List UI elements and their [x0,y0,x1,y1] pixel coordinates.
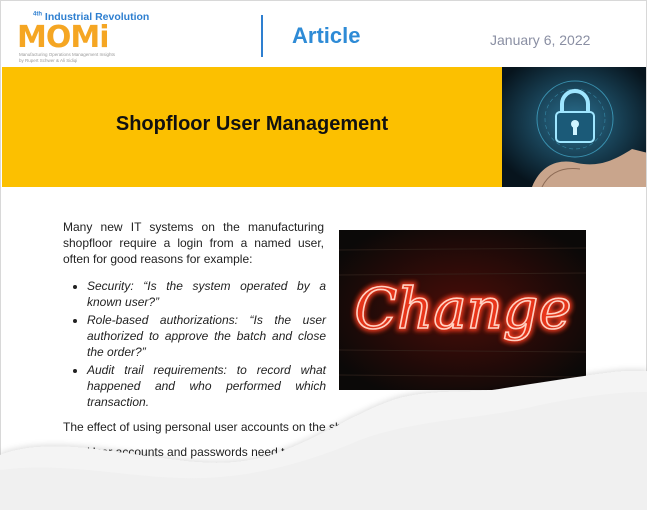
effects-list: User accounts and passwords need to be i… [71,444,607,498]
hero-image [502,67,646,187]
effects-paragraph: The effect of using personal user accoun… [63,420,400,434]
page-title: Shopfloor User Management [115,113,389,135]
title-banner: Shopfloor User Management [2,67,502,187]
padlock-hand-icon [502,67,646,187]
reasons-list: Security: “Is the system operated by a k… [71,278,326,412]
change-neon-photo: Change Change [339,230,586,390]
list-item: Role-based authorizations: “Is the user … [87,312,326,360]
logo-subtitle: Manufacturing Operations Management Insi… [19,52,116,57]
article-page: 4th Industrial Revolution MOMi Manufactu… [0,0,647,510]
list-item: User accounts and passwords need to be i… [87,444,607,460]
intro-paragraph: Many new IT systems on the manufacturing… [63,220,324,266]
publish-date: January 6, 2022 [490,32,591,48]
list-item: enter the shift, or leave, it requires o… [87,463,299,477]
document-type-label: Article [292,23,361,48]
list-item: Security: “Is the system operated by a k… [87,278,326,310]
list-item: will be requirem [87,480,607,496]
neon-sign-text: Change [354,277,571,342]
header-divider [261,15,263,57]
logo-byline: by Rupert Schwer & Ali Sidiqi [19,58,78,63]
momi-logo[interactable]: 4th Industrial Revolution MOMi Manufactu… [17,11,149,63]
logo-wordmark: MOMi [17,20,109,55]
list-item: Audit trail requirements: to record what… [87,362,326,410]
